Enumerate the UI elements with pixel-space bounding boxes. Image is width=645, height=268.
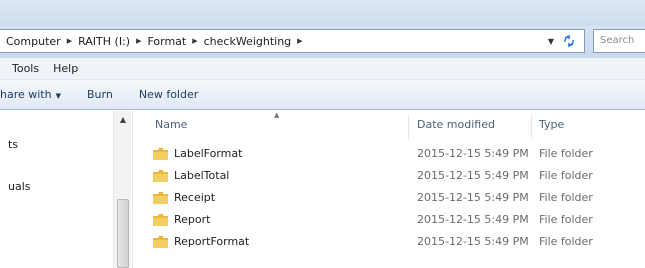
file-type: File folder [539, 191, 593, 204]
chevron-right-icon[interactable]: ▶ [297, 37, 302, 45]
new-folder-button[interactable]: New folder [139, 88, 198, 101]
navigation-scrollbar[interactable]: ▲ [113, 111, 131, 268]
file-name: Receipt [174, 191, 216, 204]
breadcrumb-checkweighting[interactable]: checkWeighting [204, 35, 292, 48]
address-history-dropdown-icon[interactable]: ▼ [548, 30, 554, 52]
menu-help-label: Help [53, 62, 79, 75]
file-name: ReportFormat [174, 235, 250, 248]
file-date-modified: 2015-12-15 5:49 PM [417, 147, 529, 160]
table-row[interactable]: LabelTotal 2015-12-15 5:49 PM File folde… [147, 166, 645, 188]
menu-bar: Tools Help [0, 58, 645, 80]
sort-ascending-icon: ▲ [274, 111, 280, 119]
column-divider[interactable] [408, 115, 409, 139]
folder-icon [153, 236, 168, 248]
file-list: ▲ Name Date modified Type LabelFormat 20… [133, 111, 645, 268]
search-placeholder: Search [600, 35, 635, 46]
folder-icon [153, 148, 168, 160]
share-with-button[interactable]: hare with ▼ [0, 88, 61, 101]
column-header-name[interactable]: Name [155, 118, 187, 131]
address-bar[interactable]: Computer ▶ RAITH (I:) ▶ Format ▶ checkWe… [0, 29, 585, 53]
window-title-bar [0, 0, 645, 26]
table-row[interactable]: LabelFormat 2015-12-15 5:49 PM File fold… [147, 144, 645, 166]
folder-icon [153, 214, 168, 226]
breadcrumb-format[interactable]: Format [147, 35, 186, 48]
folder-icon [153, 192, 168, 204]
refresh-icon[interactable] [560, 32, 578, 50]
command-toolbar: hare with ▼ Burn New folder [0, 80, 645, 110]
file-type: File folder [539, 169, 593, 182]
column-header-date-modified[interactable]: Date modified [417, 118, 495, 131]
column-divider[interactable] [531, 115, 532, 139]
file-date-modified: 2015-12-15 5:49 PM [417, 169, 529, 182]
file-name: LabelTotal [174, 169, 230, 182]
scroll-up-icon[interactable]: ▲ [114, 115, 132, 124]
chevron-right-icon[interactable]: ▶ [136, 37, 141, 45]
navigation-pane: ts uals ▲ [0, 111, 133, 268]
address-bar-row: Computer ▶ RAITH (I:) ▶ Format ▶ checkWe… [0, 26, 645, 58]
breadcrumb: Computer ▶ RAITH (I:) ▶ Format ▶ checkWe… [6, 30, 309, 52]
table-row[interactable]: ReportFormat 2015-12-15 5:49 PM File fol… [147, 232, 645, 254]
chevron-right-icon[interactable]: ▶ [192, 37, 197, 45]
chevron-down-icon: ▼ [55, 92, 61, 100]
folder-icon [153, 170, 168, 182]
file-name: LabelFormat [174, 147, 243, 160]
file-type: File folder [539, 235, 593, 248]
file-name: Report [174, 213, 211, 226]
nav-item-manuals[interactable]: uals [8, 180, 31, 193]
menu-tools-label: Tools [12, 62, 40, 75]
file-type: File folder [539, 213, 593, 226]
search-input[interactable]: Search [593, 29, 645, 53]
refresh-icon-graphic [564, 34, 574, 48]
file-date-modified: 2015-12-15 5:49 PM [417, 191, 529, 204]
menu-help[interactable]: Help [53, 62, 78, 75]
burn-button[interactable]: Burn [87, 88, 113, 101]
nav-item-favorites[interactable]: ts [8, 138, 18, 151]
chevron-right-icon[interactable]: ▶ [67, 37, 72, 45]
file-type: File folder [539, 147, 593, 160]
menu-tools[interactable]: Tools [12, 62, 39, 75]
share-with-label: hare with [0, 88, 52, 101]
column-header-type[interactable]: Type [539, 118, 564, 131]
file-date-modified: 2015-12-15 5:49 PM [417, 213, 529, 226]
table-row[interactable]: Report 2015-12-15 5:49 PM File folder [147, 210, 645, 232]
file-date-modified: 2015-12-15 5:49 PM [417, 235, 529, 248]
scrollbar-thumb[interactable] [117, 199, 129, 268]
breadcrumb-computer[interactable]: Computer [6, 35, 61, 48]
table-row[interactable]: Receipt 2015-12-15 5:49 PM File folder [147, 188, 645, 210]
breadcrumb-drive[interactable]: RAITH (I:) [78, 35, 130, 48]
